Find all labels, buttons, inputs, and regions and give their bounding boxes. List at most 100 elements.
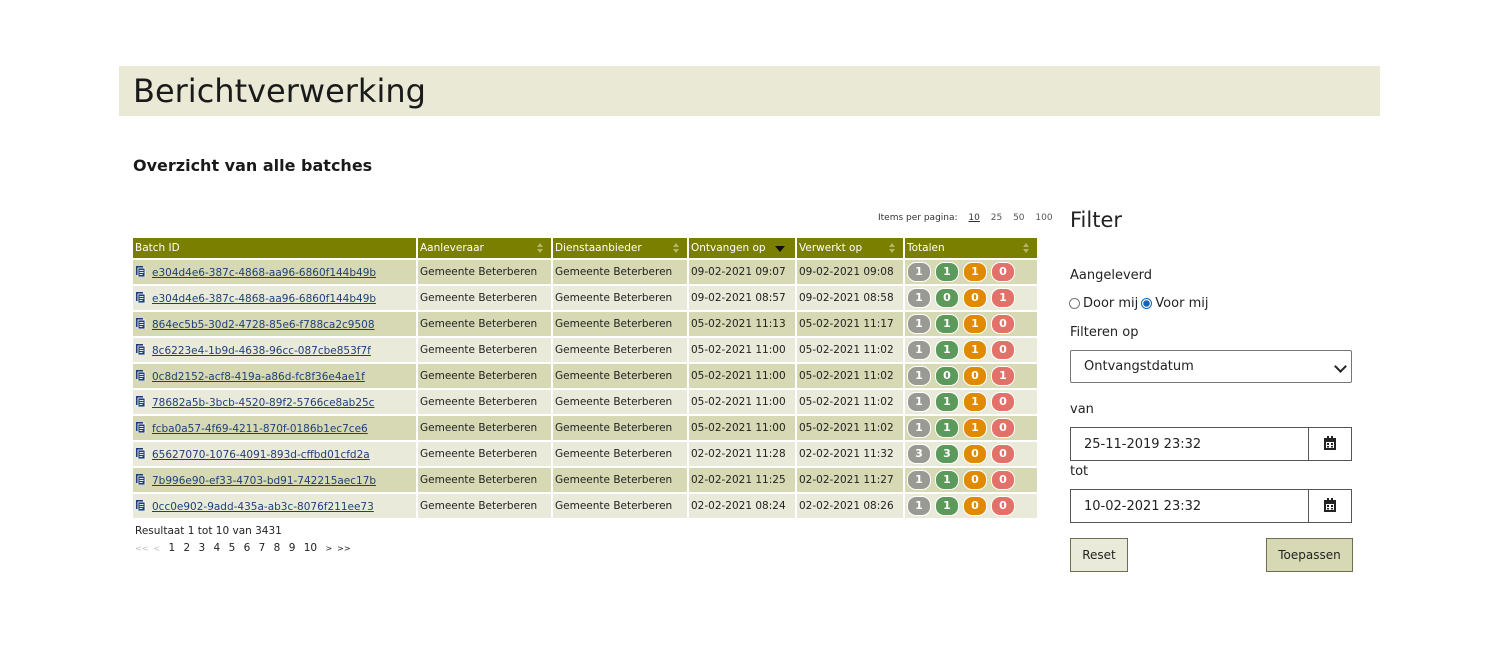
batch-document-icon <box>136 369 146 381</box>
filter-title: Filter <box>1070 208 1123 232</box>
cell-totalen: 1110 <box>905 338 1037 362</box>
column-header-verwerkt-op[interactable]: Verwerkt op <box>797 238 903 258</box>
cell-ontvangen-op: 05-02-2021 11:00 <box>689 416 795 440</box>
error-badge: 0 <box>991 496 1015 516</box>
cell-batch-id: 8c6223e4-1b9d-4638-96cc-087cbe853f7f <box>133 338 416 362</box>
column-header-label: Totalen <box>907 242 945 254</box>
warning-badge: 1 <box>963 314 987 334</box>
tot-label: tot <box>1070 464 1089 479</box>
batch-id-link[interactable]: e304d4e6-387c-4868-aa96-6860f144b49b <box>152 267 376 279</box>
cell-batch-id: 864ec5b5-30d2-4728-85e6-f788ca2c9508 <box>133 312 416 336</box>
cell-aanleveraar: Gemeente Beterberen <box>418 338 551 362</box>
items-per-page-25[interactable]: 25 <box>991 213 1002 223</box>
items-per-page-10[interactable]: 10 <box>968 213 979 223</box>
column-header-ontvangen-op[interactable]: Ontvangen op <box>689 238 795 258</box>
cell-batch-id: 0cc0e902-9add-435a-ab3c-8076f211ee73 <box>133 494 416 518</box>
column-header-totalen[interactable]: Totalen <box>905 238 1037 258</box>
table-header-row: Batch ID Aanleveraar Dienstaanbieder Ont… <box>133 238 1037 258</box>
batch-id-link[interactable]: 65627070-1076-4091-893d-cffbd01cfd2a <box>152 449 370 461</box>
table-row: e304d4e6-387c-4868-aa96-6860f144b49b Geme… <box>133 286 1037 310</box>
page-1[interactable]: 1 <box>168 542 175 554</box>
batch-document-icon <box>136 265 146 277</box>
cell-aanleveraar: Gemeente Beterberen <box>418 312 551 336</box>
batch-document-icon <box>136 421 146 433</box>
reset-button[interactable]: Reset <box>1070 538 1128 572</box>
cell-dienstaanbieder: Gemeente Beterberen <box>553 286 687 310</box>
cell-verwerkt-op: 05-02-2021 11:17 <box>797 312 903 336</box>
batch-id-link[interactable]: 0c8d2152-acf8-419a-a86d-fc8f36e4ae1f <box>152 371 365 383</box>
items-per-page: Items per pagina: 10 25 50 100 <box>878 213 1053 223</box>
page-prev[interactable]: < <box>153 544 160 553</box>
page-10[interactable]: 10 <box>304 542 317 554</box>
batch-id-link[interactable]: fcba0a57-4f69-4211-870f-0186b1ec7ce6 <box>152 423 368 435</box>
warning-badge: 0 <box>963 366 987 386</box>
success-badge: 1 <box>935 262 959 282</box>
batch-id-link[interactable]: 7b996e90-ef33-4703-bd91-742215aec17b <box>152 475 376 487</box>
page-9[interactable]: 9 <box>289 542 296 554</box>
radio-door-mij[interactable] <box>1069 298 1080 309</box>
filteren-op-select[interactable]: Ontvangstdatum <box>1070 350 1352 383</box>
success-badge: 1 <box>935 340 959 360</box>
batch-id-link[interactable]: 864ec5b5-30d2-4728-85e6-f788ca2c9508 <box>152 319 375 331</box>
calendar-icon <box>1324 498 1336 512</box>
calendar-button-tot[interactable] <box>1308 490 1351 522</box>
success-badge: 3 <box>935 444 959 464</box>
success-badge: 1 <box>935 470 959 490</box>
column-header-label: Dienstaanbieder <box>555 242 642 254</box>
van-label: van <box>1070 402 1094 417</box>
total-badge: 1 <box>907 314 931 334</box>
page-next[interactable]: > <box>325 544 332 553</box>
calendar-button-van[interactable] <box>1308 428 1351 460</box>
page-2[interactable]: 2 <box>183 542 190 554</box>
cell-verwerkt-op: 02-02-2021 11:32 <box>797 442 903 466</box>
total-badge: 1 <box>907 366 931 386</box>
error-badge: 0 <box>991 262 1015 282</box>
cell-batch-id: 65627070-1076-4091-893d-cffbd01cfd2a <box>133 442 416 466</box>
batch-id-link[interactable]: 78682a5b-3bcb-4520-89f2-5766ce8ab25c <box>152 397 374 409</box>
cell-aanleveraar: Gemeente Beterberen <box>418 260 551 284</box>
warning-badge: 0 <box>963 444 987 464</box>
column-header-batch-id[interactable]: Batch ID <box>133 238 416 258</box>
batch-id-link[interactable]: 8c6223e4-1b9d-4638-96cc-087cbe853f7f <box>152 345 371 357</box>
radio-door-mij-label[interactable]: Door mij <box>1083 296 1138 311</box>
cell-verwerkt-op: 02-02-2021 11:27 <box>797 468 903 492</box>
cell-aanleveraar: Gemeente Beterberen <box>418 364 551 388</box>
filteren-op-label: Filteren op <box>1070 325 1139 340</box>
cell-batch-id: 7b996e90-ef33-4703-bd91-742215aec17b <box>133 468 416 492</box>
apply-button[interactable]: Toepassen <box>1266 538 1353 572</box>
page-4[interactable]: 4 <box>214 542 221 554</box>
items-per-page-100[interactable]: 100 <box>1035 213 1052 223</box>
page-5[interactable]: 5 <box>229 542 236 554</box>
cell-dienstaanbieder: Gemeente Beterberen <box>553 338 687 362</box>
table-row: fcba0a57-4f69-4211-870f-0186b1ec7ce6 Geme… <box>133 416 1037 440</box>
cell-batch-id: 0c8d2152-acf8-419a-a86d-fc8f36e4ae1f <box>133 364 416 388</box>
items-per-page-50[interactable]: 50 <box>1013 213 1024 223</box>
page-7[interactable]: 7 <box>259 542 266 554</box>
cell-verwerkt-op: 05-02-2021 11:02 <box>797 416 903 440</box>
batch-document-icon <box>136 317 146 329</box>
cell-totalen: 1110 <box>905 390 1037 414</box>
cell-ontvangen-op: 09-02-2021 08:57 <box>689 286 795 310</box>
column-header-aanleveraar[interactable]: Aanleveraar <box>418 238 551 258</box>
page-3[interactable]: 3 <box>199 542 206 554</box>
page-8[interactable]: 8 <box>274 542 281 554</box>
cell-ontvangen-op: 09-02-2021 09:07 <box>689 260 795 284</box>
column-header-dienstaanbieder[interactable]: Dienstaanbieder <box>553 238 687 258</box>
page-first[interactable]: << <box>135 544 148 553</box>
cell-totalen: 3300 <box>905 442 1037 466</box>
page-6[interactable]: 6 <box>244 542 251 554</box>
cell-verwerkt-op: 05-02-2021 11:02 <box>797 338 903 362</box>
van-date-input[interactable]: 25-11-2019 23:32 <box>1070 427 1352 461</box>
batch-id-link[interactable]: 0cc0e902-9add-435a-ab3c-8076f211ee73 <box>152 501 374 513</box>
batches-table: Batch ID Aanleveraar Dienstaanbieder Ont… <box>131 236 1039 520</box>
cell-totalen: 1110 <box>905 416 1037 440</box>
tot-date-input[interactable]: 10-02-2021 23:32 <box>1070 489 1352 523</box>
total-badge: 1 <box>907 496 931 516</box>
sort-icon <box>537 243 543 253</box>
batch-id-link[interactable]: e304d4e6-387c-4868-aa96-6860f144b49b <box>152 293 376 305</box>
radio-voor-mij[interactable] <box>1141 298 1153 309</box>
cell-ontvangen-op: 02-02-2021 08:24 <box>689 494 795 518</box>
page-last[interactable]: >> <box>337 544 350 553</box>
cell-dienstaanbieder: Gemeente Beterberen <box>553 390 687 414</box>
radio-voor-mij-label[interactable]: Voor mij <box>1155 296 1208 311</box>
